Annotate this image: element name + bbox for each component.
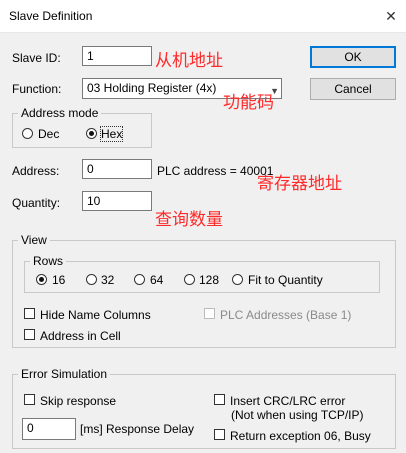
cancel-button[interactable]: Cancel — [310, 78, 396, 100]
hex-radio[interactable] — [86, 128, 97, 139]
address-in-cell-label: Address in Cell — [40, 329, 121, 343]
title-bar: Slave Definition ✕ — [0, 0, 406, 33]
insert-crc-note: (Not when using TCP/IP) — [231, 408, 364, 422]
address-input[interactable]: 0 — [82, 159, 152, 179]
return-exception-label: Return exception 06, Busy — [230, 429, 371, 443]
return-exception-checkbox[interactable] — [214, 429, 225, 440]
skip-response-label: Skip response — [40, 394, 117, 408]
function-label: Function: — [12, 82, 62, 96]
rows-fit-label: Fit to Quantity — [248, 273, 323, 287]
dec-radio[interactable] — [22, 128, 33, 139]
plc-addresses-label: PLC Addresses (Base 1) — [220, 308, 352, 322]
window-title: Slave Definition — [9, 9, 93, 23]
quantity-label: Quantity: — [12, 196, 61, 210]
rows-64-label: 64 — [150, 273, 164, 287]
insert-crc-label: Insert CRC/LRC error — [230, 394, 346, 408]
annotation-register-address: 寄存器地址 — [257, 174, 342, 194]
skip-response-checkbox[interactable] — [24, 394, 35, 405]
annotation-function-code: 功能码 — [223, 93, 274, 113]
slave-id-label: Slave ID: — [12, 51, 61, 65]
slave-id-input[interactable]: 1 — [82, 46, 152, 66]
hide-name-columns-label: Hide Name Columns — [40, 308, 151, 322]
function-select-value: 03 Holding Register (4x) — [87, 81, 217, 95]
address-in-cell-checkbox[interactable] — [24, 329, 35, 340]
hex-label: Hex — [99, 126, 124, 142]
rows-64-radio[interactable] — [134, 274, 145, 285]
rows-32-radio[interactable] — [86, 274, 97, 285]
dec-label: Dec — [38, 127, 60, 141]
view-title: View — [18, 233, 50, 247]
rows-16-label: 16 — [52, 273, 66, 287]
error-simulation-title: Error Simulation — [18, 367, 111, 381]
insert-crc-checkbox[interactable] — [214, 394, 225, 405]
plc-addresses-checkbox[interactable] — [204, 308, 215, 319]
annotation-slave-address: 从机地址 — [155, 51, 223, 71]
rows-32-label: 32 — [101, 273, 115, 287]
quantity-input[interactable]: 10 — [82, 191, 152, 211]
rows-128-label: 128 — [199, 273, 220, 287]
close-icon[interactable]: ✕ — [376, 0, 406, 32]
hide-name-columns-checkbox[interactable] — [24, 308, 35, 319]
ok-button[interactable]: OK — [310, 46, 396, 68]
address-label: Address: — [12, 164, 60, 178]
annotation-query-quantity: 查询数量 — [155, 210, 223, 230]
rows-fit-radio[interactable] — [232, 274, 243, 285]
rows-16-radio[interactable] — [36, 274, 47, 285]
response-delay-label: [ms] Response Delay — [80, 422, 195, 436]
plc-address-text: PLC address = 40001 — [157, 164, 274, 178]
response-delay-input[interactable]: 0 — [22, 418, 76, 440]
rows-title: Rows — [30, 254, 67, 268]
rows-128-radio[interactable] — [184, 274, 195, 285]
address-mode-title: Address mode — [18, 106, 102, 120]
